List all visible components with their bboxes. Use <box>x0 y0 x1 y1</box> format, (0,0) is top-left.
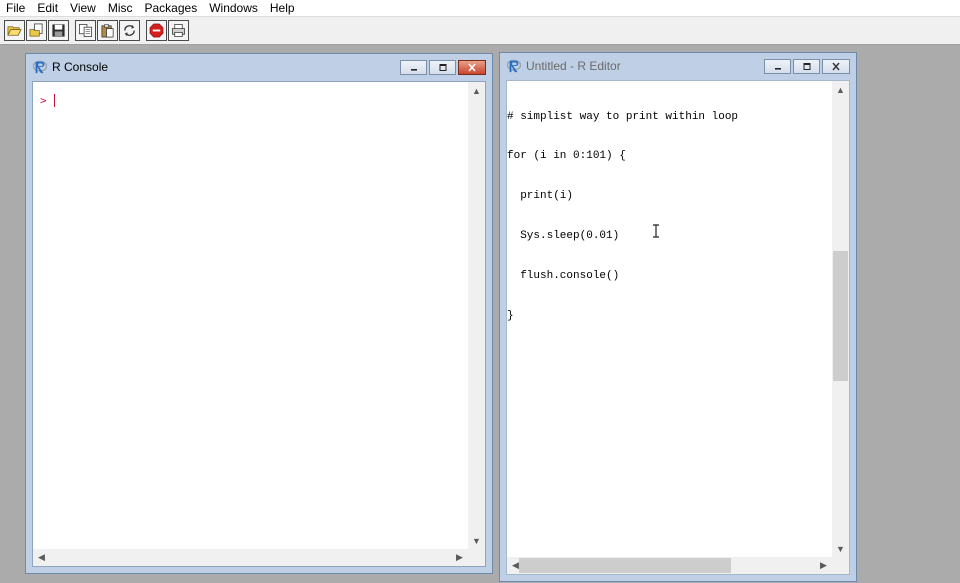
console-close-button[interactable] <box>458 60 486 75</box>
r-logo-icon <box>33 60 47 74</box>
code-line: flush.console() <box>507 270 620 283</box>
console-horizontal-scrollbar[interactable]: ◀ ▶ <box>33 549 468 566</box>
scroll-up-arrow-icon[interactable]: ▲ <box>832 81 849 98</box>
refresh-button[interactable] <box>119 20 140 41</box>
refresh-icon <box>124 24 135 37</box>
editor-window-controls <box>762 59 850 74</box>
save-button[interactable] <box>48 20 69 41</box>
console-vertical-scrollbar[interactable]: ▲ ▼ <box>468 82 485 549</box>
console-maximize-button[interactable] <box>429 60 456 75</box>
editor-close-button[interactable] <box>822 59 850 74</box>
editor-window: Untitled - R Editor # simplist way to pr… <box>499 52 857 582</box>
paste-button[interactable] <box>97 20 118 41</box>
stop-button[interactable] <box>146 20 167 41</box>
open-folder-icon <box>7 26 22 36</box>
editor-vertical-scrollbar[interactable]: ▲ ▼ <box>832 81 849 557</box>
copy-button[interactable] <box>75 20 96 41</box>
menu-help[interactable]: Help <box>264 0 301 16</box>
scroll-right-arrow-icon[interactable]: ▶ <box>815 557 832 574</box>
editor-minimize-button[interactable] <box>764 59 791 74</box>
menu-misc[interactable]: Misc <box>102 0 139 16</box>
minimize-icon <box>774 68 781 70</box>
load-workspace-icon <box>29 23 43 37</box>
editor-text-area[interactable]: # simplist way to print within loop for … <box>506 80 850 575</box>
scroll-up-arrow-icon[interactable]: ▲ <box>468 82 485 99</box>
menu-edit[interactable]: Edit <box>31 0 64 16</box>
stop-icon <box>149 23 164 38</box>
menu-bar: File Edit View Misc Packages Windows Hel… <box>0 0 960 16</box>
scroll-down-arrow-icon[interactable]: ▼ <box>468 532 485 549</box>
code-line: } <box>507 310 514 323</box>
console-minimize-button[interactable] <box>400 60 427 75</box>
scroll-left-arrow-icon[interactable]: ◀ <box>33 549 50 566</box>
copy-icon <box>79 24 92 37</box>
menu-packages[interactable]: Packages <box>139 0 204 16</box>
console-title: R Console <box>52 60 109 74</box>
open-script-button[interactable] <box>4 20 25 41</box>
print-icon <box>172 24 185 37</box>
scroll-down-arrow-icon[interactable]: ▼ <box>832 540 849 557</box>
toolbar <box>0 16 960 45</box>
load-workspace-button[interactable] <box>26 20 47 41</box>
menu-windows[interactable]: Windows <box>203 0 264 16</box>
editor-title: Untitled - R Editor <box>526 59 621 73</box>
code-line: for (i in 0:101) { <box>507 150 626 163</box>
console-size-grip[interactable] <box>468 549 485 566</box>
console-prompt: > <box>40 94 47 107</box>
text-cursor-icon <box>653 224 659 238</box>
r-logo-icon <box>507 59 521 73</box>
editor-code[interactable]: # simplist way to print within loop for … <box>507 84 738 350</box>
editor-hscroll-thumb[interactable] <box>519 558 731 573</box>
console-prompt-line[interactable]: > <box>40 94 55 107</box>
editor-vscroll-thumb[interactable] <box>833 251 848 381</box>
save-icon <box>52 24 65 37</box>
close-icon <box>468 63 476 72</box>
editor-horizontal-scrollbar[interactable]: ◀ ▶ <box>507 557 832 574</box>
console-output-area[interactable]: > ▲ ▼ ◀ ▶ <box>32 81 486 567</box>
editor-size-grip[interactable] <box>832 557 849 574</box>
menu-view[interactable]: View <box>64 0 102 16</box>
console-window-controls <box>398 60 486 75</box>
print-button[interactable] <box>168 20 189 41</box>
code-line: Sys.sleep(0.01) <box>507 230 620 243</box>
console-window: R Console > ▲ ▼ ◀ ▶ <box>25 53 493 574</box>
code-line: print(i) <box>507 190 574 203</box>
text-caret <box>53 94 55 107</box>
paste-icon <box>101 24 114 38</box>
menu-file[interactable]: File <box>0 0 31 16</box>
editor-maximize-button[interactable] <box>793 59 820 74</box>
restore-icon <box>803 63 810 70</box>
close-icon <box>832 62 840 71</box>
minimize-icon <box>410 69 417 71</box>
restore-icon <box>439 64 446 71</box>
scroll-right-arrow-icon[interactable]: ▶ <box>451 549 468 566</box>
mdi-workspace: R Console > ▲ ▼ ◀ ▶ Untitled - R Editor … <box>0 45 960 583</box>
code-line: # simplist way to print within loop <box>507 110 739 123</box>
